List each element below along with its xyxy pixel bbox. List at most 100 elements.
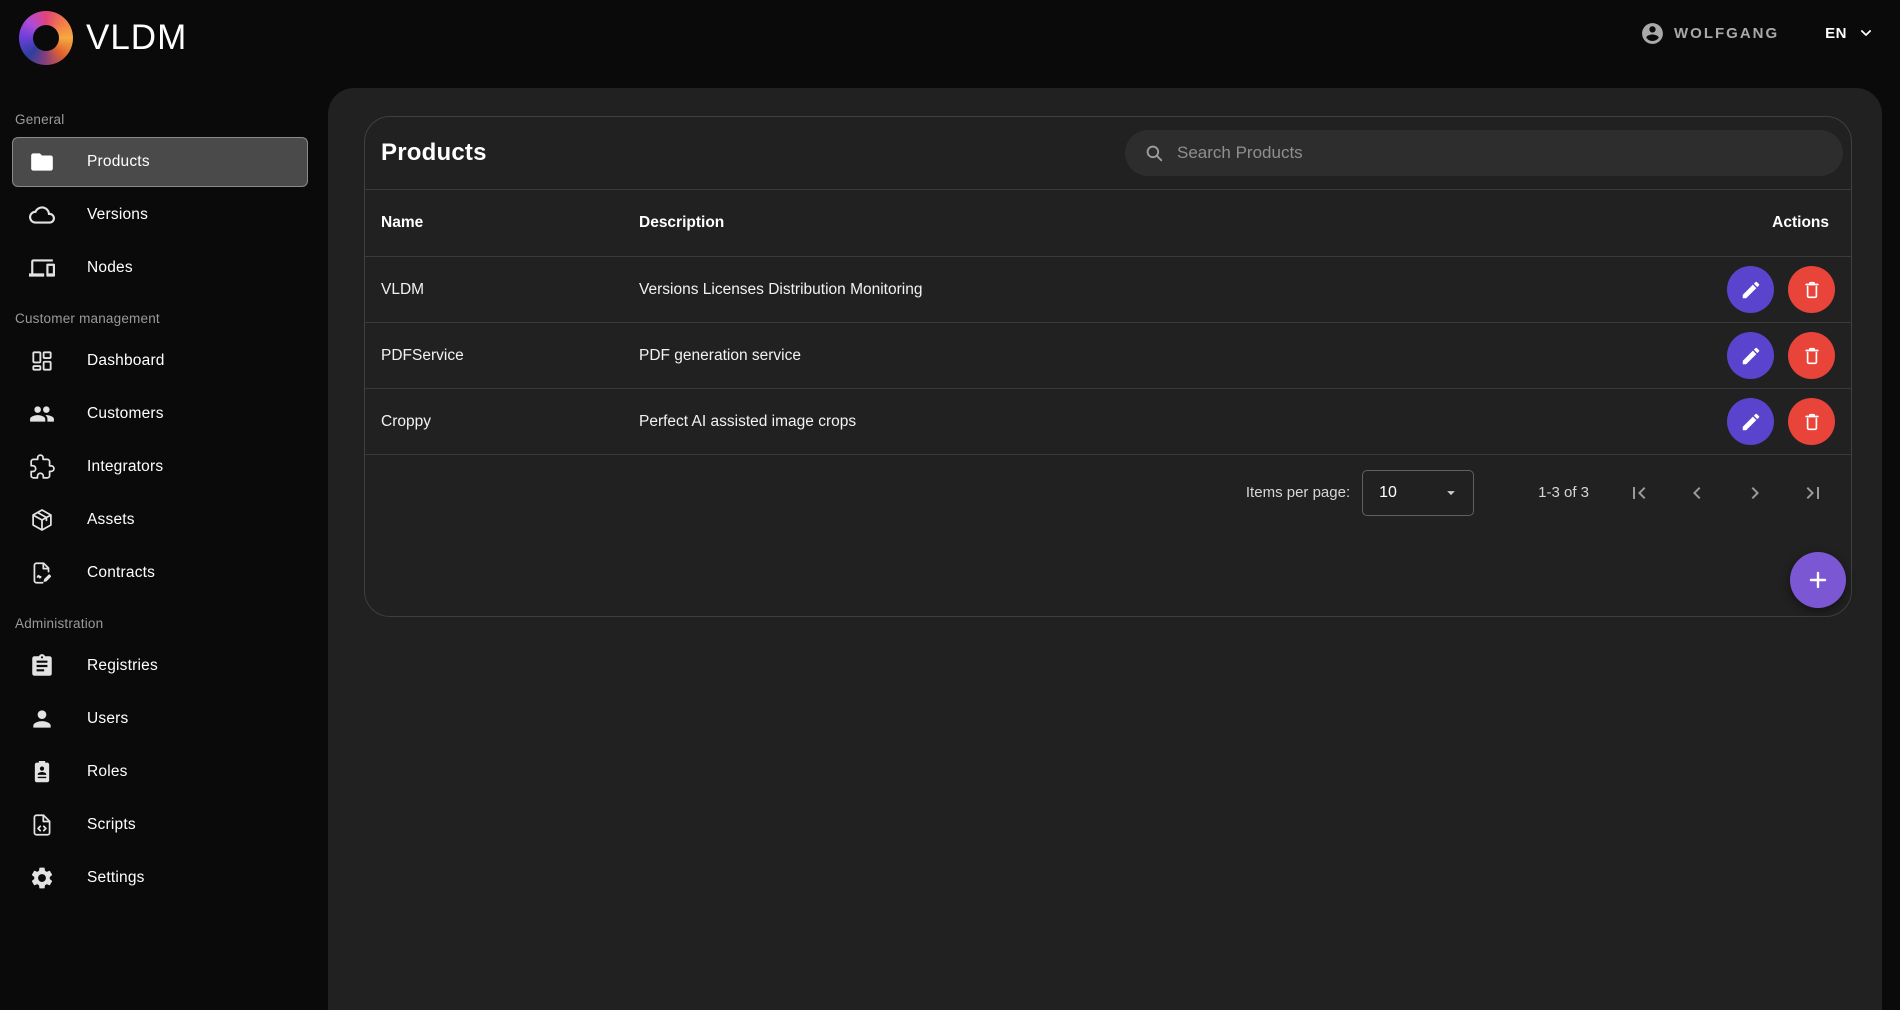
- sidebar-item-label: Products: [87, 153, 150, 171]
- first-page-icon: [1627, 481, 1651, 505]
- settings-icon: [29, 865, 55, 891]
- user-menu[interactable]: WOLFGANG: [1640, 21, 1779, 46]
- delete-trash-icon: [1801, 279, 1823, 301]
- page-title: Products: [381, 139, 487, 167]
- sidebar-item-products[interactable]: Products: [12, 137, 308, 187]
- delete-trash-icon: [1801, 345, 1823, 367]
- users-icon: [29, 706, 55, 732]
- edit-button[interactable]: [1727, 332, 1774, 379]
- product-description: Perfect AI assisted image crops: [639, 413, 1685, 431]
- folder-icon: [29, 149, 55, 175]
- edit-button[interactable]: [1727, 266, 1774, 313]
- sidebar-item-label: Registries: [87, 657, 158, 675]
- sidebar-item-label: Integrators: [87, 458, 163, 476]
- sidebar-item-label: Versions: [87, 206, 148, 224]
- sidebar-item-label: Customers: [87, 405, 164, 423]
- sidebar-item-label: Assets: [87, 511, 135, 529]
- sidebar-item-dashboard[interactable]: Dashboard: [12, 336, 308, 386]
- sidebar-section: Administration Registries Users Roles Sc…: [0, 616, 328, 903]
- table-header: Name Description Actions: [365, 189, 1851, 256]
- sidebar-item-label: Nodes: [87, 259, 133, 277]
- product-name: VLDM: [381, 281, 639, 299]
- sidebar-item-versions[interactable]: Versions: [12, 190, 308, 240]
- sidebar-item-scripts[interactable]: Scripts: [12, 800, 308, 850]
- contracts-icon: [29, 560, 55, 586]
- sidebar-item-roles[interactable]: Roles: [12, 747, 308, 797]
- last-page-icon: [1801, 481, 1825, 505]
- language-code: EN: [1825, 25, 1847, 42]
- sidebar-section: Customer management Dashboard Customers …: [0, 311, 328, 598]
- edit-pencil-icon: [1740, 279, 1762, 301]
- sidebar-item-label: Settings: [87, 869, 145, 887]
- range-label: 1-3 of 3: [1538, 484, 1589, 501]
- product-name: Croppy: [381, 413, 639, 431]
- sidebar-item-assets[interactable]: Assets: [12, 495, 308, 545]
- paginator: Items per page: 10 1-3 of 3: [365, 454, 1851, 530]
- column-header-description: Description: [639, 214, 1685, 232]
- sidebar-section: General Products Versions Nodes: [0, 112, 328, 293]
- sidebar-item-customers[interactable]: Customers: [12, 389, 308, 439]
- items-per-page-value: 10: [1379, 484, 1397, 502]
- table-body: VLDM Versions Licenses Distribution Moni…: [365, 256, 1851, 454]
- items-per-page-select[interactable]: 10: [1362, 470, 1474, 516]
- sidebar-item-label: Roles: [87, 763, 128, 781]
- delete-button[interactable]: [1788, 332, 1835, 379]
- sidebar-item-users[interactable]: Users: [12, 694, 308, 744]
- next-page-button[interactable]: [1733, 471, 1777, 515]
- table-row: PDFService PDF generation service: [365, 322, 1851, 388]
- brand: VLDM: [19, 10, 187, 66]
- sidebar-item-registries[interactable]: Registries: [12, 641, 308, 691]
- registries-icon: [29, 653, 55, 679]
- content-panel: Products Name Description Actions VLDM V…: [328, 88, 1882, 1010]
- product-description: Versions Licenses Distribution Monitorin…: [639, 281, 1685, 299]
- delete-button[interactable]: [1788, 266, 1835, 313]
- sidebar-item-label: Scripts: [87, 816, 136, 834]
- add-product-button[interactable]: [1790, 552, 1846, 608]
- sidebar-item-integrators[interactable]: Integrators: [12, 442, 308, 492]
- caret-down-icon: [1441, 483, 1461, 503]
- dashboard-icon: [29, 348, 55, 374]
- sidebar-section-label: Customer management: [15, 311, 328, 326]
- delete-trash-icon: [1801, 411, 1823, 433]
- brand-name: VLDM: [86, 18, 187, 58]
- sidebar-section-label: Administration: [15, 616, 328, 631]
- sidebar-sections: General Products Versions Nodes Customer…: [0, 112, 328, 903]
- table-row: VLDM Versions Licenses Distribution Moni…: [365, 256, 1851, 322]
- chevron-left-icon: [1685, 481, 1709, 505]
- sidebar-item-contracts[interactable]: Contracts: [12, 548, 308, 598]
- items-per-page-label: Items per page:: [1246, 484, 1350, 501]
- last-page-button[interactable]: [1791, 471, 1835, 515]
- sidebar-item-nodes[interactable]: Nodes: [12, 243, 308, 293]
- app-header: VLDM WOLFGANG EN: [0, 0, 1900, 76]
- table-row: Croppy Perfect AI assisted image crops: [365, 388, 1851, 454]
- sidebar-section-label: General: [15, 112, 328, 127]
- delete-button[interactable]: [1788, 398, 1835, 445]
- scripts-icon: [29, 812, 55, 838]
- chevron-right-icon: [1743, 481, 1767, 505]
- devices-icon: [29, 255, 55, 281]
- plus-icon: [1805, 567, 1831, 593]
- sidebar-item-label: Contracts: [87, 564, 155, 582]
- integrators-icon: [29, 454, 55, 480]
- products-card: Products Name Description Actions VLDM V…: [364, 116, 1852, 617]
- sidebar: General Products Versions Nodes Customer…: [0, 76, 328, 1010]
- assets-icon: [29, 507, 55, 533]
- column-header-actions: Actions: [1685, 214, 1835, 232]
- previous-page-button[interactable]: [1675, 471, 1719, 515]
- roles-icon: [29, 759, 55, 785]
- edit-button[interactable]: [1727, 398, 1774, 445]
- language-selector[interactable]: EN: [1825, 24, 1875, 42]
- user-name: WOLFGANG: [1674, 25, 1779, 42]
- product-description: PDF generation service: [639, 347, 1685, 365]
- edit-pencil-icon: [1740, 411, 1762, 433]
- first-page-button[interactable]: [1617, 471, 1661, 515]
- column-header-name: Name: [381, 214, 639, 232]
- chevron-down-icon: [1857, 24, 1875, 42]
- search-bar: [1125, 130, 1843, 176]
- product-name: PDFService: [381, 347, 639, 365]
- customers-icon: [29, 401, 55, 427]
- edit-pencil-icon: [1740, 345, 1762, 367]
- sidebar-item-settings[interactable]: Settings: [12, 853, 308, 903]
- cloud-icon: [29, 202, 55, 228]
- search-input[interactable]: [1177, 143, 1825, 163]
